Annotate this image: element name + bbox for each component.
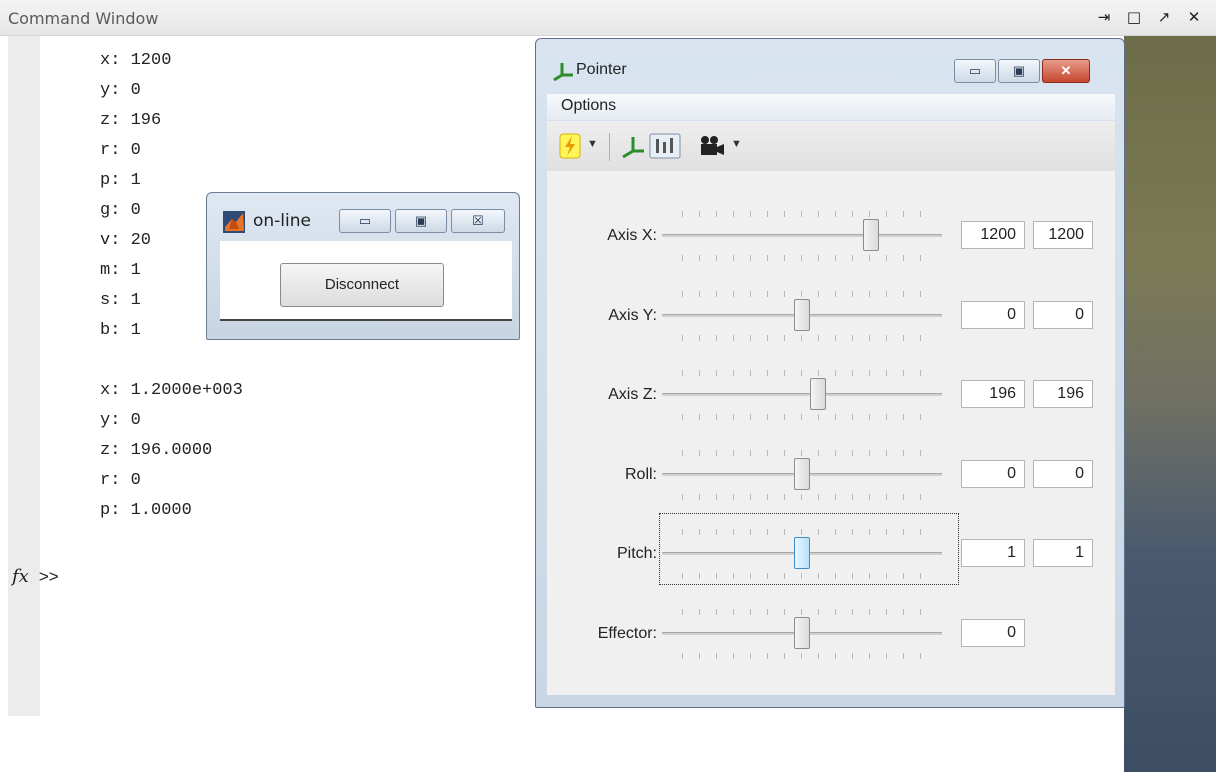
command-window-title: Command Window xyxy=(8,9,159,28)
maximize-button[interactable]: ▣ xyxy=(998,59,1040,83)
slider[interactable] xyxy=(662,444,942,504)
value-field-secondary[interactable]: 1 xyxy=(1033,539,1093,567)
output-line: y: 0 xyxy=(100,411,141,430)
camera-icon[interactable] xyxy=(697,133,725,159)
slider-label: Pitch: xyxy=(616,545,657,562)
slider-track xyxy=(662,393,942,396)
output-line: x: 1200 xyxy=(100,51,172,70)
slider[interactable] xyxy=(662,205,942,265)
output-line: y: 0 xyxy=(100,81,141,100)
pointer-window-title: Pointer xyxy=(576,61,627,78)
minimize-icon[interactable]: ↗ xyxy=(1156,8,1172,26)
slider-ticks xyxy=(682,334,932,341)
sliders-icon[interactable] xyxy=(649,133,681,159)
value-field[interactable]: 0 xyxy=(961,618,1025,647)
slider[interactable] xyxy=(662,285,942,345)
disconnect-button[interactable]: Disconnect xyxy=(280,263,444,307)
maximize-button[interactable]: ▣ xyxy=(395,209,447,233)
slider-ticks xyxy=(682,255,932,261)
output-line: p: 1.0000 xyxy=(100,501,192,520)
pointer-window: Pointer ▭ ▣ ✕ Options ▼ ▼ Axis X: 1200 1… xyxy=(535,38,1125,708)
online-window-title: on-line xyxy=(253,211,311,231)
slider-label: Roll: xyxy=(624,465,657,483)
slider-ticks xyxy=(682,370,932,376)
command-window-titlebar: Command Window ⇥ □ ↗ ✕ xyxy=(0,0,1216,36)
slider[interactable] xyxy=(662,603,942,663)
slider-ticks xyxy=(682,211,932,217)
output-line: r: 0 xyxy=(100,471,141,490)
minimize-button[interactable]: ▭ xyxy=(954,59,996,83)
value-field[interactable]: 0 xyxy=(961,300,1025,329)
command-window-controls: ⇥ □ ↗ ✕ xyxy=(1096,8,1202,26)
command-prompt[interactable]: fx >> xyxy=(12,566,59,587)
slider-thumb[interactable] xyxy=(863,219,879,251)
toolbar: ▼ ▼ xyxy=(547,121,1115,171)
value-field[interactable]: 0 xyxy=(961,459,1025,488)
value-field[interactable]: 1 xyxy=(961,539,1025,567)
function-browser-icon[interactable]: fx xyxy=(12,566,29,587)
axis-icon xyxy=(553,63,573,81)
slider-thumb[interactable] xyxy=(794,537,810,569)
axis-icon[interactable] xyxy=(619,133,645,159)
slider-label: Effector: xyxy=(597,624,657,642)
online-window-body: Disconnect xyxy=(220,241,512,321)
slider-ticks xyxy=(682,652,932,659)
command-window-gutter xyxy=(8,36,40,716)
matlab-logo-icon xyxy=(223,211,245,233)
maximize-icon[interactable]: □ xyxy=(1126,8,1142,26)
value-field-secondary[interactable]: 0 xyxy=(1033,459,1093,488)
minimize-button[interactable]: ▭ xyxy=(339,209,391,233)
undock-icon[interactable]: ⇥ xyxy=(1096,8,1112,26)
close-button[interactable]: ✕ xyxy=(1042,59,1090,83)
slider-ticks xyxy=(682,449,932,456)
slider-label: Axis Y: xyxy=(608,306,657,324)
online-window: on-line ▭ ▣ ☒ Disconnect xyxy=(206,192,520,340)
background-desktop xyxy=(1124,36,1216,772)
slider-ticks xyxy=(682,573,932,579)
slider-panel: Axis X: 1200 1200 Axis Y: 0 0 Axis Z: 196 196 Rol… xyxy=(547,171,1115,695)
value-field-secondary[interactable]: 1200 xyxy=(1033,221,1093,249)
slider-track xyxy=(662,234,942,237)
slider-thumb[interactable] xyxy=(794,457,810,490)
slider-label: Axis X: xyxy=(607,227,657,244)
output-line: z: 196.0000 xyxy=(100,441,213,460)
chevron-down-icon[interactable]: ▼ xyxy=(587,138,598,164)
slider[interactable] xyxy=(662,523,942,583)
slider-ticks xyxy=(682,608,932,615)
slider-ticks xyxy=(682,529,932,535)
slider-thumb[interactable] xyxy=(794,616,810,649)
slider-label: Axis Z: xyxy=(608,386,657,403)
slider[interactable] xyxy=(662,364,942,424)
output-line: x: 1.2000e+003 xyxy=(100,381,243,400)
slider-ticks xyxy=(682,414,932,420)
toolbar-separator xyxy=(609,133,610,161)
slider-thumb[interactable] xyxy=(794,298,810,331)
value-field[interactable]: 196 xyxy=(961,380,1025,408)
menu-options[interactable]: Options xyxy=(561,97,616,115)
slider-thumb[interactable] xyxy=(810,378,826,410)
lightning-icon[interactable] xyxy=(559,133,581,159)
output-line: z: 196 xyxy=(100,111,162,130)
slider-ticks xyxy=(682,493,932,500)
close-button[interactable]: ☒ xyxy=(451,209,505,233)
value-field-secondary[interactable]: 0 xyxy=(1033,300,1093,329)
prompt-symbol: >> xyxy=(38,567,59,586)
menu-bar: Options xyxy=(547,94,1115,120)
output-line: r: 0 xyxy=(100,141,141,160)
chevron-down-icon[interactable]: ▼ xyxy=(731,138,742,164)
slider-ticks xyxy=(682,290,932,297)
close-icon[interactable]: ✕ xyxy=(1186,8,1202,26)
value-field-secondary[interactable]: 196 xyxy=(1033,380,1093,408)
value-field[interactable]: 1200 xyxy=(961,221,1025,249)
